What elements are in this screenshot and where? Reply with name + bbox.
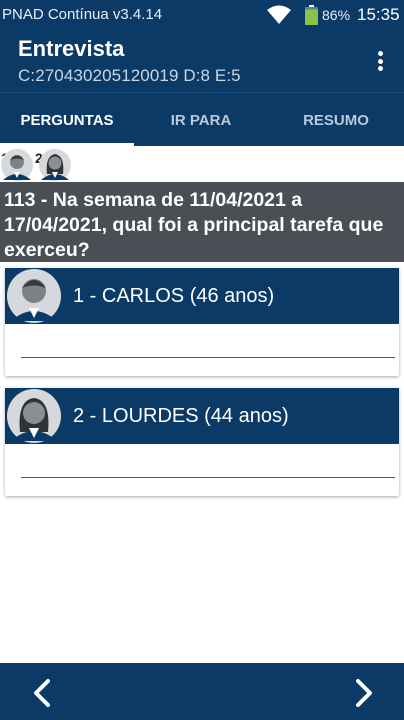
tab-resumo[interactable]: RESUMO	[268, 93, 404, 147]
tab-bar: PERGUNTAS IR PARA RESUMO	[0, 92, 404, 147]
overflow-menu-icon[interactable]	[370, 48, 390, 74]
person-name: 2 - LOURDES (44 anos)	[73, 405, 289, 427]
tab-perguntas[interactable]: PERGUNTAS	[0, 93, 134, 147]
people-strip: 1 2	[0, 146, 404, 182]
chevron-right-icon	[356, 679, 372, 707]
male-avatar-icon	[1, 149, 33, 181]
page-title: Entrevista	[18, 36, 125, 61]
person-name: 1 - CARLOS (46 anos)	[73, 285, 275, 307]
previous-button[interactable]	[22, 673, 62, 713]
person-card: 1 - CARLOS (46 anos)	[5, 268, 399, 376]
chevron-left-icon	[34, 679, 50, 707]
app-root: PNAD Contínua v3.4.14 86% 15:35 Entrevis…	[0, 0, 404, 720]
female-avatar-icon	[7, 389, 61, 443]
wifi-icon	[267, 5, 291, 24]
status-bar: PNAD Contínua v3.4.14 86% 15:35	[0, 0, 404, 30]
people-strip-item[interactable]: 1	[0, 148, 34, 182]
app-bar: Entrevista C:270430205120019 D:8 E:5	[0, 30, 404, 92]
answer-input[interactable]	[21, 477, 395, 478]
next-button[interactable]	[344, 673, 384, 713]
male-avatar-icon	[7, 269, 61, 323]
female-avatar-icon	[39, 149, 71, 181]
question-text: 113 - Na semana de 11/04/2021 a 17/04/20…	[0, 182, 404, 262]
people-strip-item[interactable]: 2	[34, 148, 72, 182]
battery-percentage: 86%	[322, 7, 351, 23]
bottom-navigation	[0, 663, 404, 720]
answer-input[interactable]	[21, 357, 395, 358]
battery-icon	[305, 5, 318, 25]
tab-ir-para[interactable]: IR PARA	[134, 93, 268, 147]
person-card-header: 2 - LOURDES (44 anos)	[5, 388, 399, 444]
person-card-header: 1 - CARLOS (46 anos)	[5, 268, 399, 324]
status-time: 15:35	[357, 5, 400, 24]
status-app-name: PNAD Contínua v3.4.14	[2, 6, 163, 23]
person-card: 2 - LOURDES (44 anos)	[5, 388, 399, 496]
interview-code: C:270430205120019 D:8 E:5	[18, 66, 241, 85]
